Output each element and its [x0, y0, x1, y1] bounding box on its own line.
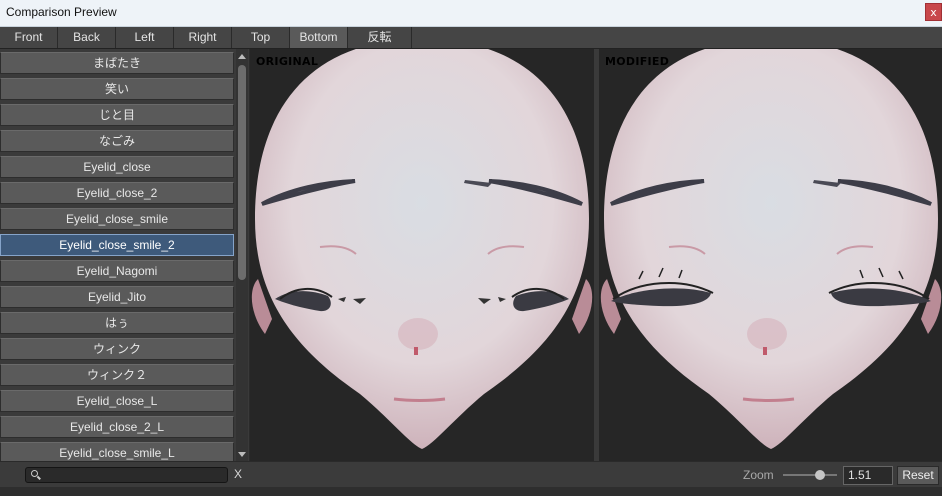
- search-input[interactable]: [25, 467, 228, 483]
- blendshape-list-panel: まばたき 笑い じと目 なごみ Eyelid_close Eyelid_clos…: [0, 49, 249, 461]
- scroll-up-arrow-icon[interactable]: [238, 54, 246, 59]
- zoom-slider-track[interactable]: [783, 474, 837, 476]
- list-item[interactable]: はぅ: [0, 312, 234, 334]
- list-item[interactable]: Eyelid_close_smile: [0, 208, 234, 230]
- list-item[interactable]: なごみ: [0, 130, 234, 152]
- bottom-toolbar: X Zoom 1.51 Reset: [0, 461, 942, 488]
- window-title: Comparison Preview: [6, 5, 117, 19]
- list-item[interactable]: 笑い: [0, 78, 234, 100]
- tab-top[interactable]: Top: [232, 27, 290, 48]
- zoom-value-field[interactable]: 1.51: [843, 466, 893, 485]
- search-clear-button[interactable]: X: [234, 467, 242, 481]
- modified-viewport[interactable]: MODIFIED: [599, 49, 942, 461]
- modified-label: MODIFIED: [605, 55, 670, 68]
- original-viewport[interactable]: ORIGINAL: [250, 49, 594, 461]
- blendshape-list: まばたき 笑い じと目 なごみ Eyelid_close Eyelid_clos…: [0, 52, 235, 461]
- list-item[interactable]: ウィンク: [0, 338, 234, 360]
- reset-button[interactable]: Reset: [897, 466, 939, 485]
- list-item[interactable]: Eyelid_Jito: [0, 286, 234, 308]
- scroll-thumb[interactable]: [238, 65, 246, 280]
- tab-bottom[interactable]: Bottom: [290, 27, 348, 48]
- zoom-slider-handle[interactable]: [815, 470, 825, 480]
- scroll-down-arrow-icon[interactable]: [238, 452, 246, 457]
- title-bar: Comparison Preview x: [0, 0, 942, 27]
- list-item[interactable]: Eyelid_close_2: [0, 182, 234, 204]
- list-item[interactable]: Eyelid_close: [0, 156, 234, 178]
- status-bar: [0, 487, 942, 496]
- list-item-selected[interactable]: Eyelid_close_smile_2: [0, 234, 234, 256]
- list-item[interactable]: ウィンク２: [0, 364, 234, 386]
- view-tab-bar: Front Back Left Right Top Bottom 反転: [0, 27, 942, 49]
- search-icon: [31, 470, 38, 477]
- tab-left[interactable]: Left: [116, 27, 174, 48]
- list-item[interactable]: Eyelid_close_L: [0, 390, 234, 412]
- list-item[interactable]: じと目: [0, 104, 234, 126]
- tab-right[interactable]: Right: [174, 27, 232, 48]
- list-scrollbar[interactable]: [236, 49, 248, 461]
- list-item[interactable]: Eyelid_Nagomi: [0, 260, 234, 282]
- modified-face-render: [600, 49, 942, 449]
- zoom-label: Zoom: [743, 468, 774, 482]
- list-item[interactable]: まばたき: [0, 52, 234, 74]
- list-item[interactable]: Eyelid_close_smile_L: [0, 442, 234, 461]
- original-label: ORIGINAL: [256, 55, 319, 68]
- tab-back[interactable]: Back: [58, 27, 116, 48]
- original-face-render: [251, 49, 593, 449]
- close-button[interactable]: x: [925, 3, 942, 21]
- tab-flip[interactable]: 反転: [348, 27, 412, 48]
- tab-front[interactable]: Front: [0, 27, 58, 48]
- list-item[interactable]: Eyelid_close_2_L: [0, 416, 234, 438]
